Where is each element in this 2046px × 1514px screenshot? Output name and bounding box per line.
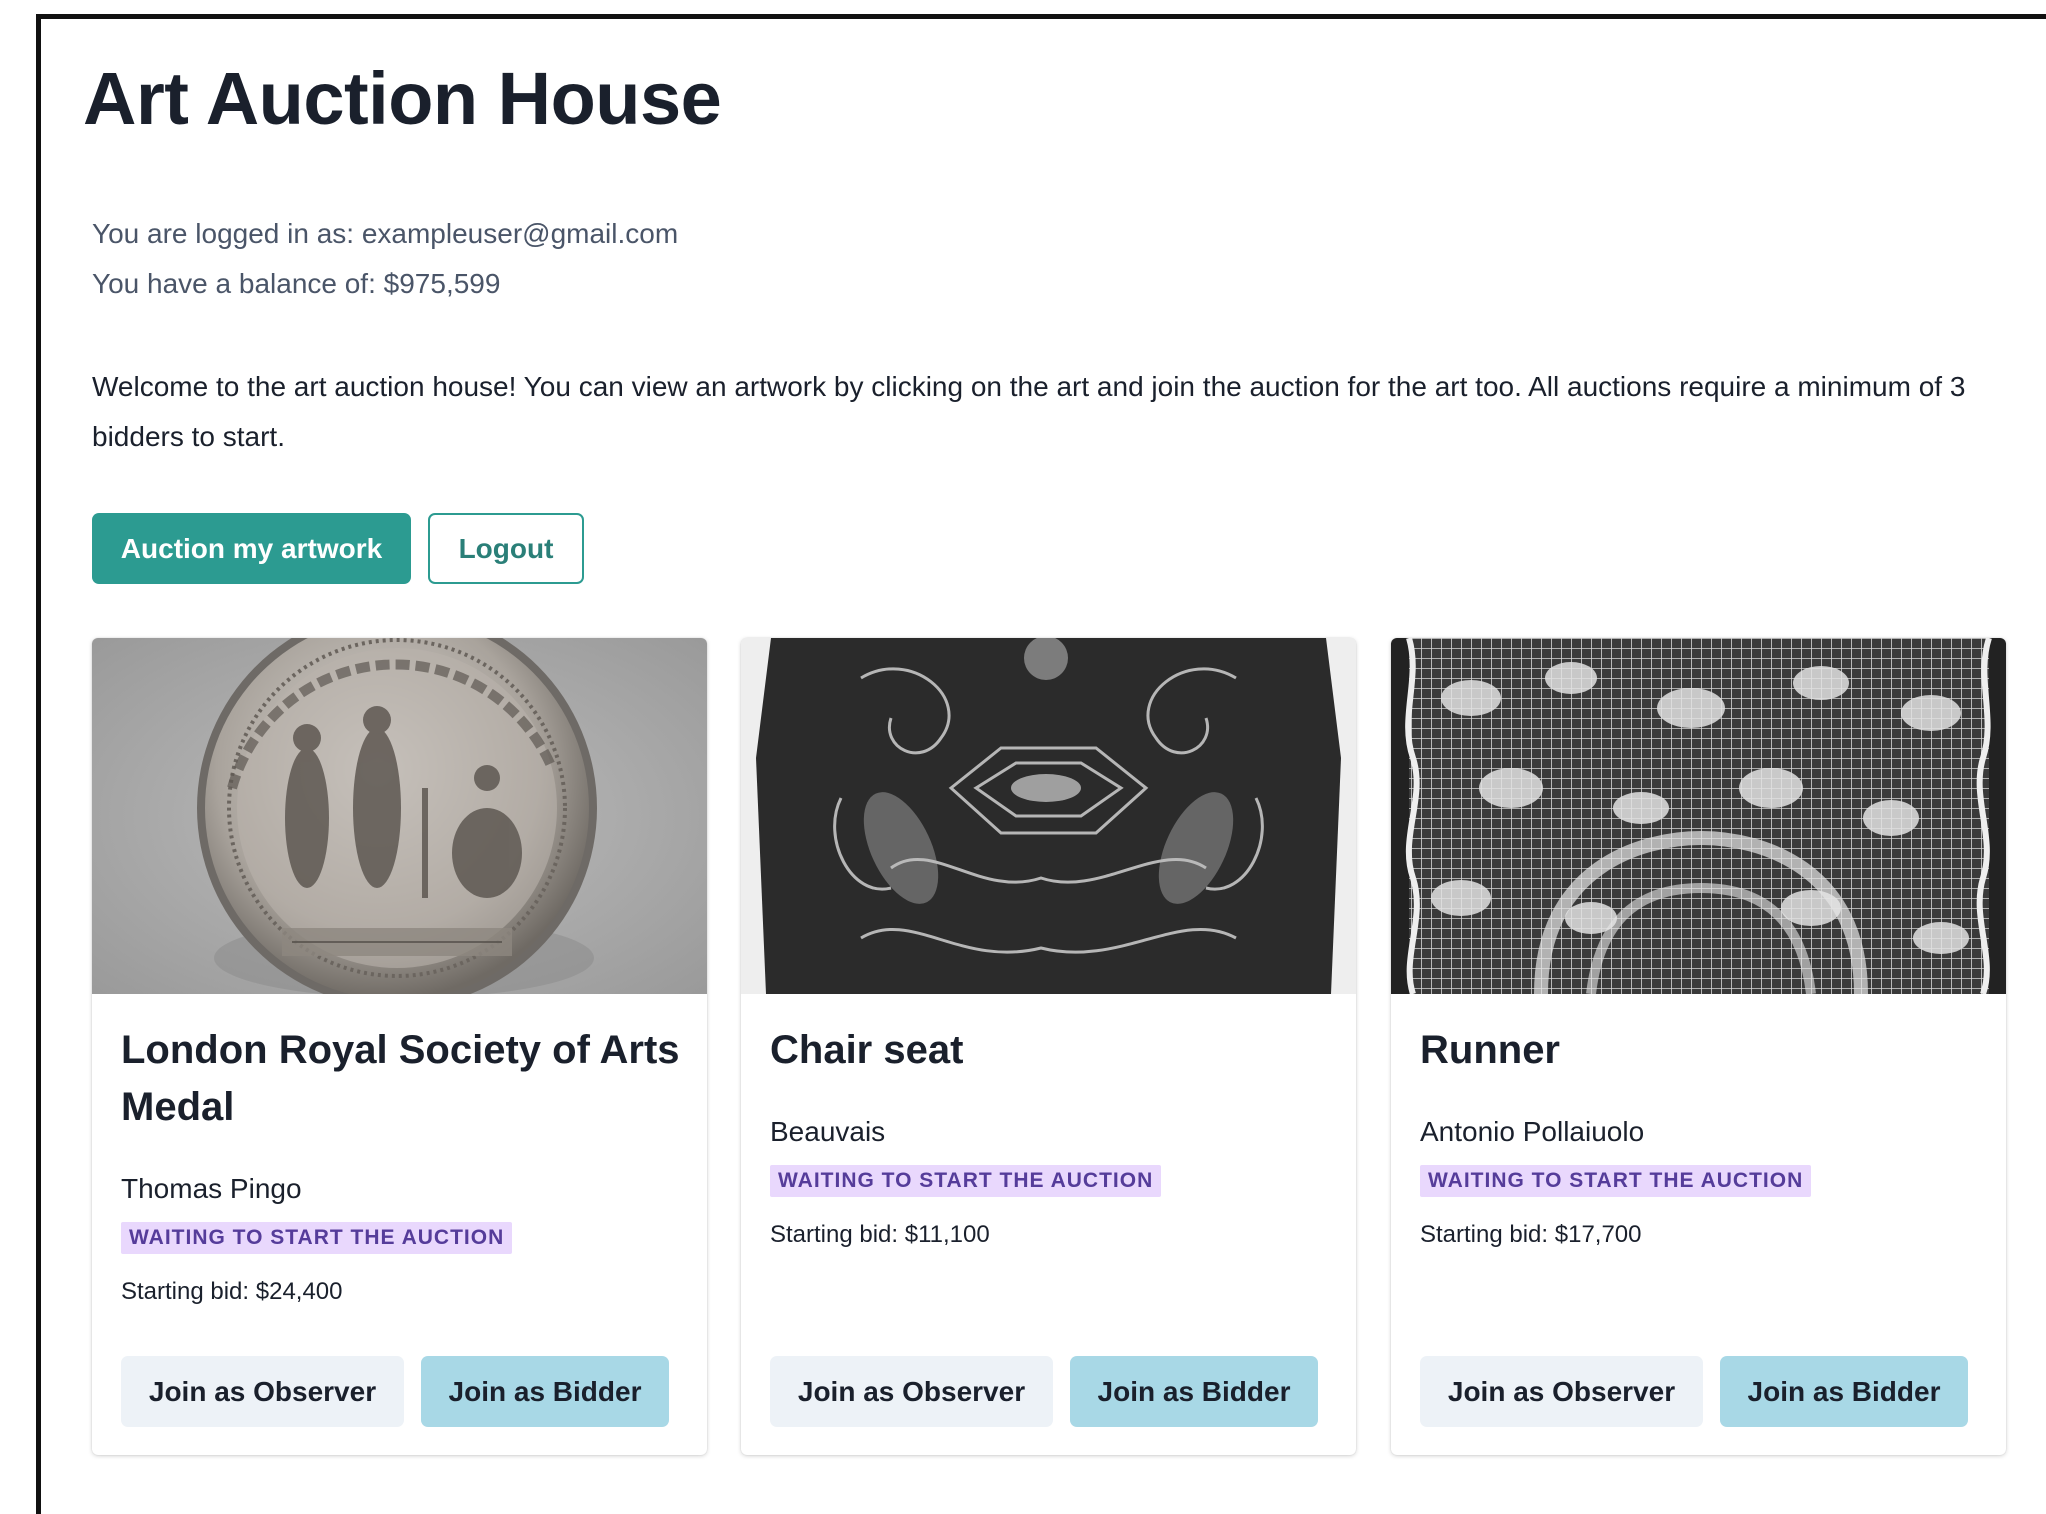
starting-bid: Starting bid: $11,100 (770, 1221, 990, 1248)
join-as-observer-button[interactable]: Join as Observer (121, 1356, 404, 1427)
card-title[interactable]: Runner (1420, 1022, 1980, 1079)
card-artist: Thomas Pingo (121, 1173, 302, 1204)
artwork-card[interactable]: London Royal Society of Arts Medal Thoma… (92, 638, 707, 1455)
logout-button[interactable]: Logout (428, 513, 584, 584)
welcome-text: Welcome to the art auction house! You ca… (92, 371, 1966, 452)
card-artist: Antonio Pollaiuolo (1420, 1116, 1645, 1147)
logged-in-text: You are logged in as: exampleuser@gmail.… (92, 218, 679, 249)
page-title: Art Auction House (83, 57, 722, 140)
starting-bid: Starting bid: $24,400 (121, 1278, 343, 1305)
join-as-observer-button[interactable]: Join as Observer (1420, 1356, 1703, 1427)
artwork-card[interactable]: Runner Antonio Pollaiuolo WAITING TO STA… (1391, 638, 2006, 1455)
artwork-card[interactable]: Chair seat Beauvais WAITING TO START THE… (741, 638, 1356, 1455)
join-as-observer-button[interactable]: Join as Observer (770, 1356, 1053, 1427)
chair-seat-image[interactable] (741, 638, 1356, 994)
join-as-bidder-button[interactable]: Join as Bidder (421, 1356, 669, 1427)
modal-frame: Art Auction House You are logged in as: … (36, 14, 2046, 1514)
card-title[interactable]: Chair seat (770, 1022, 1330, 1079)
auction-my-artwork-button[interactable]: Auction my artwork (92, 513, 411, 584)
starting-bid: Starting bid: $17,700 (1420, 1221, 1642, 1248)
status-badge: WAITING TO START THE AUCTION (121, 1222, 513, 1254)
lace-runner-image[interactable] (1391, 638, 2006, 994)
join-as-bidder-button[interactable]: Join as Bidder (1720, 1356, 1968, 1427)
balance-text: You have a balance of: $975,599 (92, 268, 501, 299)
card-artist: Beauvais (770, 1116, 886, 1147)
status-badge: WAITING TO START THE AUCTION (1420, 1165, 1812, 1197)
status-badge: WAITING TO START THE AUCTION (770, 1165, 1162, 1197)
card-title[interactable]: London Royal Society of Arts Medal (121, 1022, 681, 1136)
join-as-bidder-button[interactable]: Join as Bidder (1070, 1356, 1318, 1427)
medal-image[interactable] (92, 638, 707, 994)
